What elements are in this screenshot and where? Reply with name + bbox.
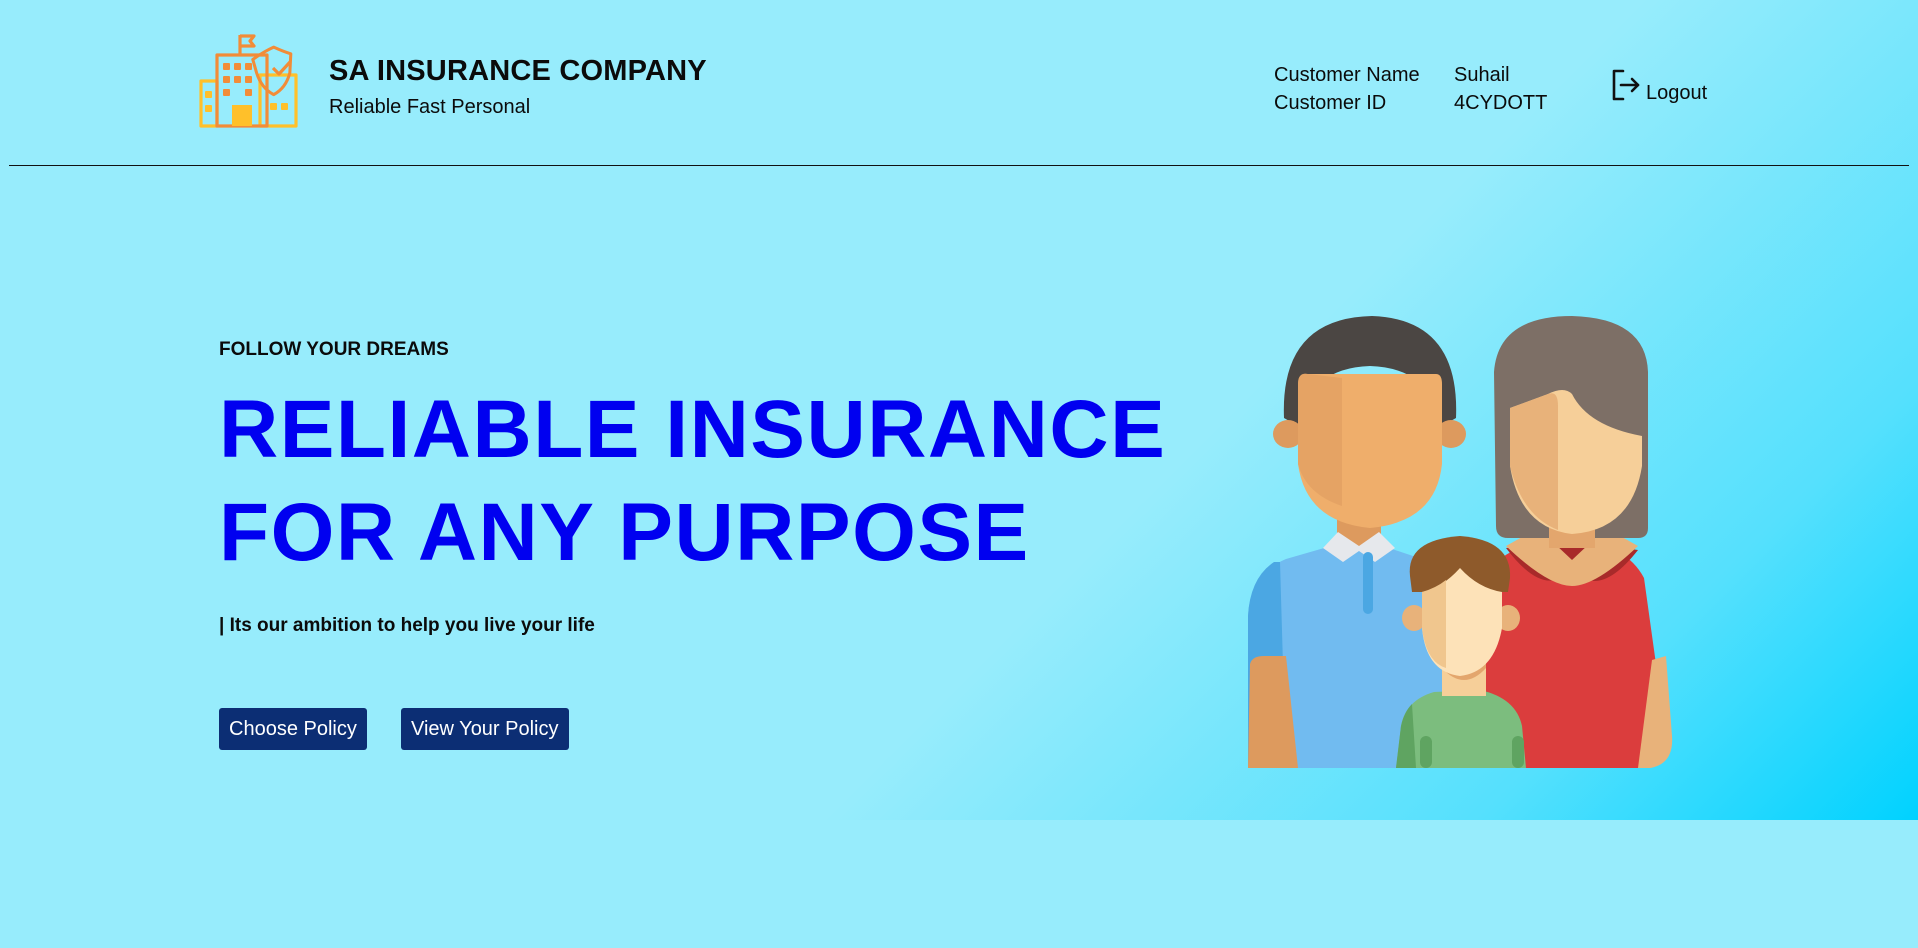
woman-figure <box>1476 316 1673 768</box>
company-name: SA INSURANCE COMPANY <box>329 55 707 87</box>
customer-name-value: Suhail <box>1454 64 1510 86</box>
hero-headline-line-2: FOR ANY PURPOSE <box>219 487 1030 578</box>
family-illustration <box>1248 316 1673 768</box>
hero-kicker: FOLLOW YOUR DREAMS <box>219 339 449 360</box>
customer-name-label: Customer Name <box>1274 64 1420 86</box>
logout-icon <box>1612 69 1640 101</box>
header: SA INSURANCE COMPANY Reliable Fast Perso… <box>0 0 1918 166</box>
header-divider <box>9 165 1909 166</box>
view-policy-button[interactable]: View Your Policy <box>401 708 569 750</box>
logout-label: Logout <box>1646 82 1708 104</box>
logout-button[interactable]: Logout <box>1610 67 1707 107</box>
choose-policy-button[interactable]: Choose Policy <box>219 708 367 750</box>
customer-id-value: 4CYDOTT <box>1454 92 1548 114</box>
customer-id-label: Customer ID <box>1274 92 1387 114</box>
company-logo-icon <box>199 34 298 128</box>
hero-subline: | Its our ambition to help you live your… <box>219 615 595 636</box>
hero-headline-line-1: RELIABLE INSURANCE <box>219 384 1167 475</box>
hero-headline: RELIABLE INSURANCE FOR ANY PURPOSE <box>219 378 1166 584</box>
company-tagline: Reliable Fast Personal <box>329 96 531 118</box>
